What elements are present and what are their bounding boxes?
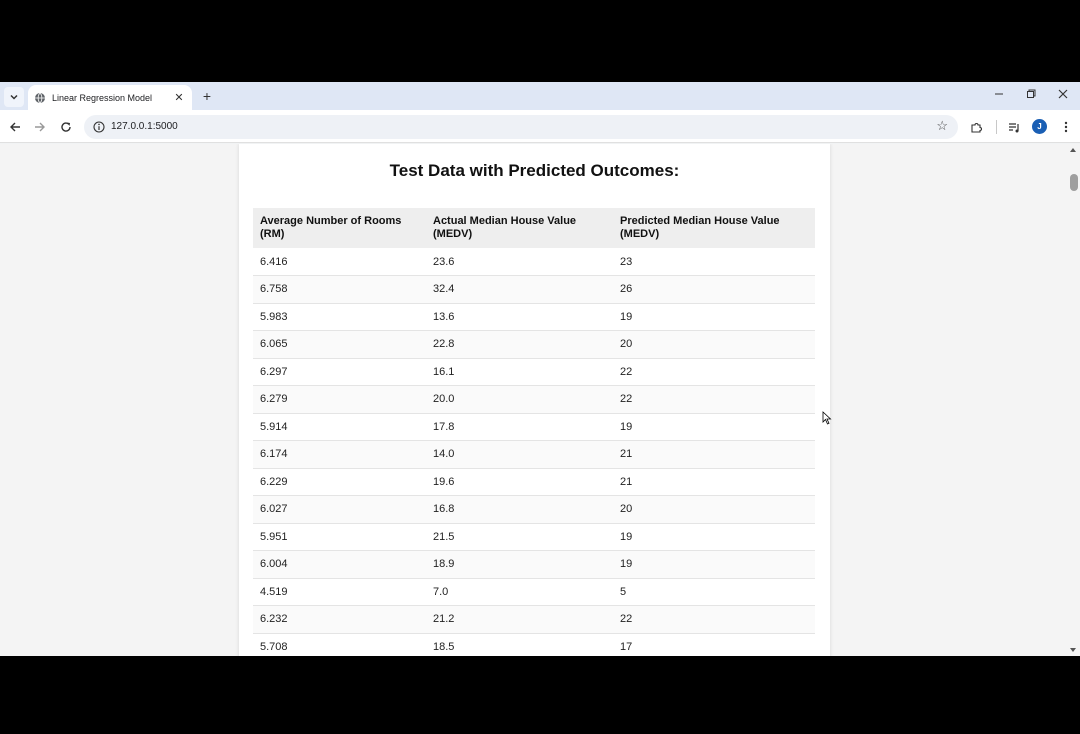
table-row: 4.519 7.0 5 bbox=[253, 578, 815, 606]
table-cell: 18.5 bbox=[426, 633, 613, 656]
address-bar[interactable]: 127.0.0.1:5000 ☆ bbox=[84, 115, 958, 139]
table-cell: 19 bbox=[613, 413, 815, 441]
profile-avatar[interactable]: J bbox=[1032, 119, 1047, 134]
plus-icon[interactable]: + bbox=[198, 87, 216, 105]
page-title: Test Data with Predicted Outcomes: bbox=[389, 161, 680, 180]
table-cell: 17.8 bbox=[426, 413, 613, 441]
table-cell: 20 bbox=[613, 495, 815, 524]
media-control-icon[interactable] bbox=[1005, 118, 1023, 136]
table-row: 6.279 20.0 22 bbox=[253, 385, 815, 414]
vertical-scrollbar[interactable] bbox=[1066, 144, 1080, 656]
table-cell: 13.6 bbox=[426, 303, 613, 331]
table-row: 6.065 22.8 20 bbox=[253, 330, 815, 359]
table-cell: 5 bbox=[613, 578, 815, 606]
table-cell: 21.2 bbox=[426, 605, 613, 634]
table-cell: 22.8 bbox=[426, 330, 613, 359]
table-cell: 6.279 bbox=[253, 385, 426, 414]
table-row: 6.174 14.0 21 bbox=[253, 440, 815, 469]
table-cell: 6.232 bbox=[253, 605, 426, 634]
table-row: 6.027 16.8 20 bbox=[253, 495, 815, 524]
table-cell: 6.027 bbox=[253, 495, 426, 524]
star-icon[interactable]: ☆ bbox=[936, 118, 948, 134]
table-cell: 6.416 bbox=[253, 248, 426, 276]
table-cell: 22 bbox=[613, 605, 815, 634]
table-cell: 19 bbox=[613, 550, 815, 579]
table-cell: 22 bbox=[613, 385, 815, 414]
close-window-icon[interactable] bbox=[1051, 87, 1075, 105]
table-row: 6.758 32.4 26 bbox=[253, 275, 815, 304]
content-card: Test Data with Predicted Outcomes: Avera… bbox=[239, 144, 830, 656]
table-cell: 20 bbox=[613, 330, 815, 359]
scroll-up-icon[interactable] bbox=[1070, 148, 1076, 152]
table-row: 6.229 19.6 21 bbox=[253, 468, 815, 496]
table-cell: 23.6 bbox=[426, 248, 613, 276]
table-cell: 16.1 bbox=[426, 358, 613, 386]
page-viewport: Test Data with Predicted Outcomes: Avera… bbox=[0, 144, 1080, 656]
table-row: 6.416 23.6 23 bbox=[253, 248, 815, 276]
table-cell: 6.758 bbox=[253, 275, 426, 304]
table-row: 5.951 21.5 19 bbox=[253, 523, 815, 551]
table-cell: 6.174 bbox=[253, 440, 426, 469]
table-cell: 21 bbox=[613, 468, 815, 496]
toolbar: 127.0.0.1:5000 ☆ J bbox=[0, 110, 1080, 143]
arrow-left-icon[interactable] bbox=[6, 118, 24, 136]
table-cell: 4.519 bbox=[253, 578, 426, 606]
table-cell: 5.914 bbox=[253, 413, 426, 441]
tab-active[interactable]: Linear Regression Model ✕ bbox=[28, 85, 192, 110]
table-cell: 26 bbox=[613, 275, 815, 304]
chevron-down-icon[interactable] bbox=[4, 87, 24, 107]
table-cell: 6.065 bbox=[253, 330, 426, 359]
table-cell: 23 bbox=[613, 248, 815, 276]
table-cell: 14.0 bbox=[426, 440, 613, 469]
table-cell: 6.004 bbox=[253, 550, 426, 579]
table-cell: 7.0 bbox=[426, 578, 613, 606]
toolbar-divider bbox=[996, 120, 997, 134]
table-cell: 18.9 bbox=[426, 550, 613, 579]
table-cell: 32.4 bbox=[426, 275, 613, 304]
table-cell: 16.8 bbox=[426, 495, 613, 524]
table-cell: 5.708 bbox=[253, 633, 426, 656]
mouse-cursor-icon bbox=[822, 411, 832, 425]
close-tab-icon[interactable]: ✕ bbox=[172, 91, 186, 104]
table-row: 6.232 21.2 22 bbox=[253, 605, 815, 634]
table-row: 6.297 16.1 22 bbox=[253, 358, 815, 386]
table-row: 6.004 18.9 19 bbox=[253, 550, 815, 579]
browser-window: Linear Regression Model ✕ + 127.0.0.1:50… bbox=[0, 82, 1080, 656]
minimize-icon[interactable] bbox=[987, 87, 1011, 105]
table-row: 5.914 17.8 19 bbox=[253, 413, 815, 441]
table-cell: 20.0 bbox=[426, 385, 613, 414]
arrow-right-icon[interactable] bbox=[31, 118, 49, 136]
url-text: 127.0.0.1:5000 bbox=[111, 121, 178, 132]
column-header-rm: Average Number of Rooms (RM) bbox=[253, 208, 426, 248]
table-cell: 5.983 bbox=[253, 303, 426, 331]
table-cell: 21.5 bbox=[426, 523, 613, 551]
info-icon[interactable] bbox=[92, 120, 106, 134]
restore-icon[interactable] bbox=[1019, 87, 1043, 105]
globe-icon bbox=[34, 92, 46, 104]
scrollbar-thumb[interactable] bbox=[1070, 174, 1078, 191]
table-body: 6.416 23.6 23 6.758 32.4 26 5.983 13.6 19 6.065 22… bbox=[253, 248, 815, 656]
tab-title: Linear Regression Model bbox=[52, 92, 153, 103]
tab-strip: Linear Regression Model ✕ + bbox=[0, 82, 1080, 110]
table-cell: 19.6 bbox=[426, 468, 613, 496]
table-cell: 21 bbox=[613, 440, 815, 469]
table-row: 5.983 13.6 19 bbox=[253, 303, 815, 331]
screen: Linear Regression Model ✕ + 127.0.0.1:50… bbox=[0, 0, 1080, 734]
puzzle-icon[interactable] bbox=[967, 118, 985, 136]
table-cell: 22 bbox=[613, 358, 815, 386]
reload-icon[interactable] bbox=[57, 118, 75, 136]
table-cell: 5.951 bbox=[253, 523, 426, 551]
kebab-menu-icon[interactable] bbox=[1057, 118, 1075, 136]
table-row: 5.708 18.5 17 bbox=[253, 633, 815, 656]
column-header-actual-medv: Actual Median House Value (MEDV) bbox=[426, 208, 613, 248]
table-cell: 6.297 bbox=[253, 358, 426, 386]
table-cell: 6.229 bbox=[253, 468, 426, 496]
scroll-down-icon[interactable] bbox=[1070, 648, 1076, 652]
table-cell: 19 bbox=[613, 303, 815, 331]
table-cell: 19 bbox=[613, 523, 815, 551]
table-header-row: Average Number of Rooms (RM) Actual Medi… bbox=[253, 208, 815, 248]
results-table: Average Number of Rooms (RM) Actual Medi… bbox=[253, 208, 815, 656]
table-cell: 17 bbox=[613, 633, 815, 656]
column-header-predicted-medv: Predicted Median House Value (MEDV) bbox=[613, 208, 815, 248]
